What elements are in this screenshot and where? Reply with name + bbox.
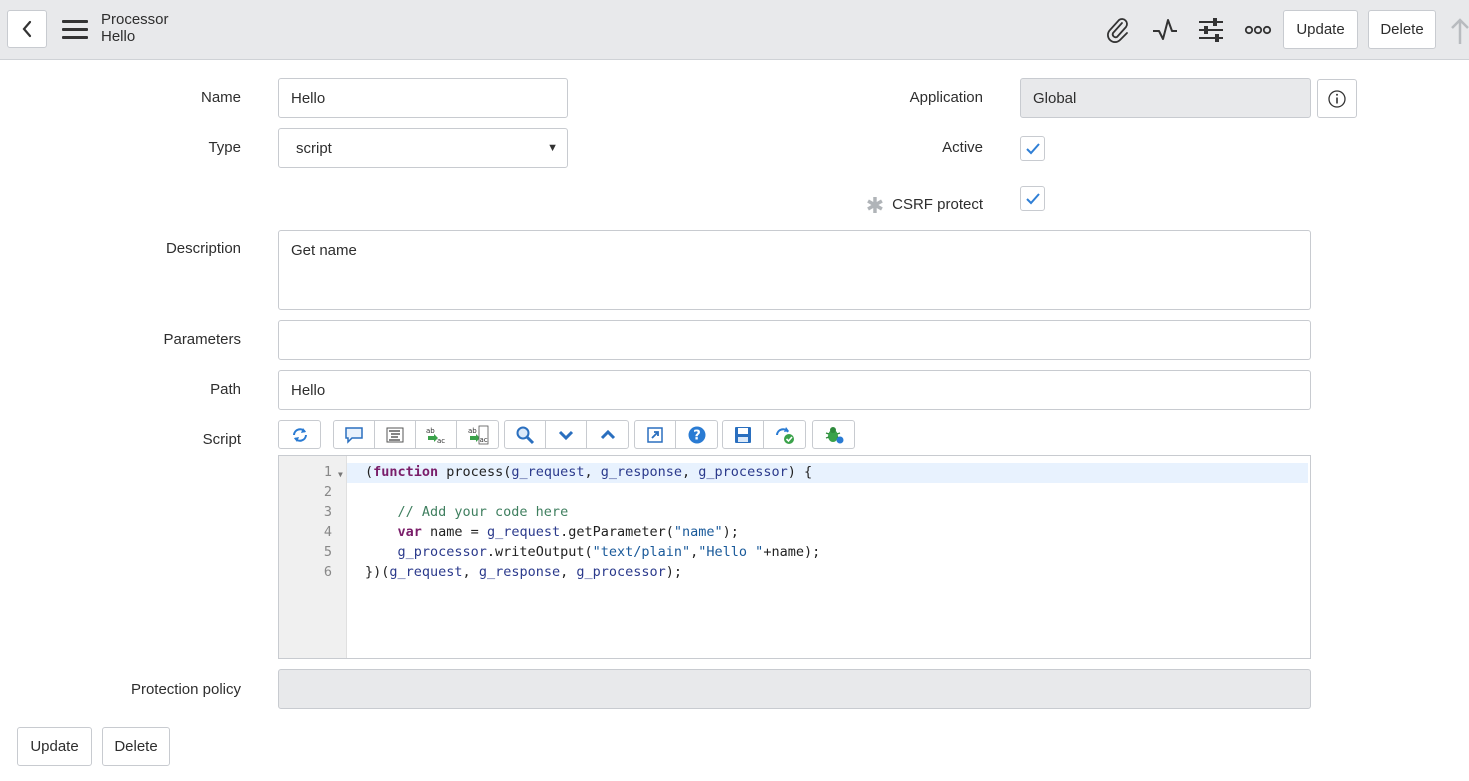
- page-title: Processor Hello: [101, 11, 169, 45]
- activity-icon[interactable]: [1151, 16, 1179, 44]
- chevron-left-icon: [22, 20, 32, 38]
- settings-sliders-icon[interactable]: [1197, 16, 1225, 44]
- replace-button[interactable]: ab ac: [416, 421, 457, 448]
- description-label: Description: [165, 240, 241, 257]
- replace-all-button[interactable]: ab ac: [457, 421, 498, 448]
- syntax-check-icon: [775, 426, 794, 444]
- paperclip-icon[interactable]: [1104, 16, 1132, 44]
- save-icon: [735, 426, 751, 443]
- application-label: Application: [909, 89, 983, 106]
- format-code-button[interactable]: [375, 421, 416, 448]
- comment-icon: [345, 426, 363, 444]
- record-name-subtitle: Hello: [101, 28, 136, 45]
- record-type-title: Processor: [101, 11, 169, 28]
- application-field: Global: [1020, 78, 1311, 118]
- code-line: g_processor.writeOutput("text/plain","He…: [397, 544, 821, 560]
- protection-policy-field: [278, 669, 1311, 709]
- parameters-input[interactable]: [278, 320, 1311, 360]
- comment-button[interactable]: [334, 421, 375, 448]
- checkmark-icon: [1025, 142, 1040, 154]
- script-editor[interactable]: 1 2 3 4 5 6 ▼ (function process(g_reques…: [278, 455, 1311, 659]
- code-line: })(g_request, g_response, g_processor);: [365, 564, 683, 580]
- name-input[interactable]: Hello: [278, 78, 568, 118]
- help-icon: ?: [688, 426, 705, 443]
- find-previous-button[interactable]: [587, 421, 628, 448]
- script-toolbar-group-6: [812, 420, 855, 449]
- fullscreen-button[interactable]: [635, 421, 676, 448]
- protection-policy-label: Protection policy: [130, 681, 241, 698]
- debug-button[interactable]: [813, 421, 854, 448]
- line-number: 2: [323, 484, 332, 500]
- checkmark-icon: [1025, 192, 1040, 204]
- svg-text:ac: ac: [479, 436, 487, 444]
- path-label: Path: [210, 381, 241, 398]
- script-toolbar-group-3: [504, 420, 629, 449]
- search-button[interactable]: [505, 421, 546, 448]
- chevron-down-icon: [558, 430, 574, 440]
- help-button[interactable]: ?: [676, 421, 717, 448]
- chevron-up-icon: [600, 429, 615, 439]
- toggle-syntax-editor-button[interactable]: [279, 421, 320, 448]
- fold-arrow-icon[interactable]: ▼: [338, 470, 343, 479]
- code-line: // Add your code here: [365, 504, 569, 520]
- scroll-up-icon[interactable]: [1450, 16, 1469, 46]
- line-number: 6: [323, 564, 332, 580]
- sync-icon: [292, 427, 307, 442]
- csrf-protect-label: ✱ CSRF protect: [865, 189, 983, 218]
- name-label: Name: [200, 89, 241, 106]
- dropdown-arrow-icon: ▼: [547, 142, 558, 154]
- csrf-protect-label-text: CSRF protect: [892, 196, 983, 213]
- script-toolbar-group-4: ?: [634, 420, 718, 449]
- footer-update-button[interactable]: Update: [17, 727, 92, 766]
- type-select-value: script: [296, 139, 332, 157]
- script-label: Script: [202, 431, 241, 448]
- script-toolbar-group-1: [278, 420, 321, 449]
- active-checkbox[interactable]: [1020, 136, 1045, 161]
- save-button[interactable]: [723, 421, 764, 448]
- footer-delete-button[interactable]: Delete: [102, 727, 170, 766]
- type-label: Type: [208, 139, 241, 156]
- bug-icon: [825, 426, 843, 443]
- type-select[interactable]: script ▼: [278, 128, 568, 168]
- svg-text:ac: ac: [437, 437, 445, 445]
- code-line: var name = g_request.getParameter("name"…: [397, 524, 739, 540]
- search-icon: [516, 426, 535, 444]
- info-icon: [1328, 89, 1346, 108]
- description-textarea[interactable]: Get name: [278, 230, 1311, 310]
- check-syntax-button[interactable]: [764, 421, 805, 448]
- line-number: 4: [323, 524, 332, 540]
- more-options-icon[interactable]: [1243, 16, 1273, 44]
- find-next-button[interactable]: [546, 421, 587, 448]
- editor-gutter: 1 2 3 4 5 6 ▼: [279, 456, 347, 658]
- form-header: Processor Hello Update Delete: [0, 0, 1469, 60]
- script-toolbar-group-2: ab ac ab ac: [333, 420, 499, 449]
- menu-icon[interactable]: [62, 20, 88, 40]
- script-toolbar-group-5: [722, 420, 806, 449]
- header-delete-button[interactable]: Delete: [1368, 10, 1436, 49]
- parameters-label: Parameters: [163, 331, 241, 348]
- svg-text:ab: ab: [426, 427, 435, 435]
- line-number: 1: [323, 464, 332, 480]
- code-line: (function process(g_request, g_response,…: [365, 464, 813, 480]
- replace-icon: abac: [426, 427, 445, 445]
- expand-icon: [647, 426, 663, 443]
- application-info-button[interactable]: [1317, 79, 1357, 118]
- svg-text:ab: ab: [468, 427, 477, 435]
- back-button[interactable]: [7, 10, 47, 48]
- active-label: Active: [942, 139, 983, 156]
- replace-all-icon: abac: [468, 425, 488, 444]
- svg-text:?: ?: [693, 428, 701, 443]
- header-update-button[interactable]: Update: [1283, 10, 1358, 49]
- csrf-protect-checkbox[interactable]: [1020, 186, 1045, 211]
- path-input[interactable]: Hello: [278, 370, 1311, 410]
- format-icon: [386, 427, 404, 442]
- line-number: 5: [323, 544, 332, 560]
- line-number: 3: [323, 504, 332, 520]
- mandatory-asterisk-icon: ✱: [865, 193, 885, 218]
